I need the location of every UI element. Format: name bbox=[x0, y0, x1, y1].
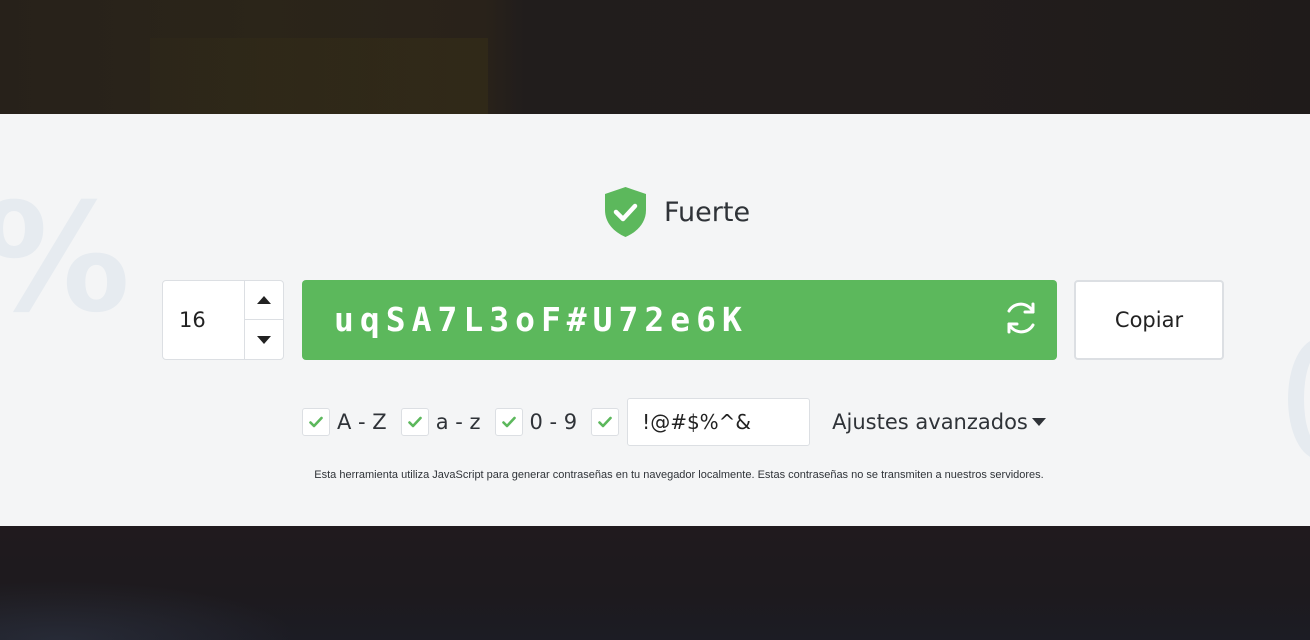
strength-indicator: Fuerte bbox=[603, 186, 750, 238]
background-top bbox=[0, 0, 1310, 114]
option-digits[interactable]: 0 - 9 bbox=[494, 408, 578, 436]
checkbox-symbols[interactable] bbox=[591, 408, 620, 436]
symbols-input[interactable] bbox=[627, 398, 811, 446]
character-options: A - Z a - z 0 - 9 Ajustes avanzados bbox=[302, 398, 1046, 446]
decorative-percent-glyph: % bbox=[0, 184, 130, 334]
check-icon bbox=[501, 416, 516, 428]
option-uppercase[interactable]: A - Z bbox=[302, 408, 387, 436]
checkbox-digits[interactable] bbox=[494, 408, 523, 436]
decorative-ring bbox=[1288, 339, 1310, 459]
generator-panel: % Fuerte 16 uqSA7L3oF#U72e6K bbox=[0, 114, 1310, 526]
caret-down-icon bbox=[257, 331, 271, 349]
shield-check-icon bbox=[603, 186, 648, 238]
advanced-settings-label: Ajustes avanzados bbox=[832, 410, 1028, 434]
option-label-lowercase: a - z bbox=[435, 410, 481, 434]
option-label-uppercase: A - Z bbox=[337, 410, 387, 434]
option-symbols[interactable] bbox=[591, 398, 811, 446]
advanced-settings-toggle[interactable]: Ajustes avanzados bbox=[832, 410, 1046, 434]
copy-button[interactable]: Copiar bbox=[1074, 280, 1224, 360]
generated-password[interactable]: uqSA7L3oF#U72e6K bbox=[334, 280, 748, 360]
decrement-button[interactable] bbox=[245, 320, 283, 359]
check-icon bbox=[407, 416, 422, 428]
length-stepper[interactable]: 16 bbox=[162, 280, 284, 360]
check-icon bbox=[309, 416, 323, 428]
length-value[interactable]: 16 bbox=[179, 281, 206, 359]
increment-button[interactable] bbox=[245, 281, 283, 320]
regenerate-button[interactable] bbox=[1001, 300, 1041, 340]
background-bottom bbox=[0, 526, 1310, 640]
option-label-digits: 0 - 9 bbox=[529, 410, 578, 434]
refresh-icon bbox=[1002, 299, 1040, 342]
checkbox-lowercase[interactable] bbox=[400, 408, 429, 436]
caret-down-icon bbox=[1028, 413, 1046, 431]
strength-label: Fuerte bbox=[664, 196, 751, 228]
check-icon bbox=[598, 416, 612, 428]
stepper-controls bbox=[244, 281, 283, 359]
password-display[interactable]: uqSA7L3oF#U72e6K bbox=[302, 280, 1057, 360]
caret-up-icon bbox=[257, 291, 271, 309]
privacy-note: Esta herramienta utiliza JavaScript para… bbox=[314, 469, 1044, 481]
checkbox-uppercase[interactable] bbox=[302, 408, 330, 436]
option-lowercase[interactable]: a - z bbox=[400, 408, 481, 436]
